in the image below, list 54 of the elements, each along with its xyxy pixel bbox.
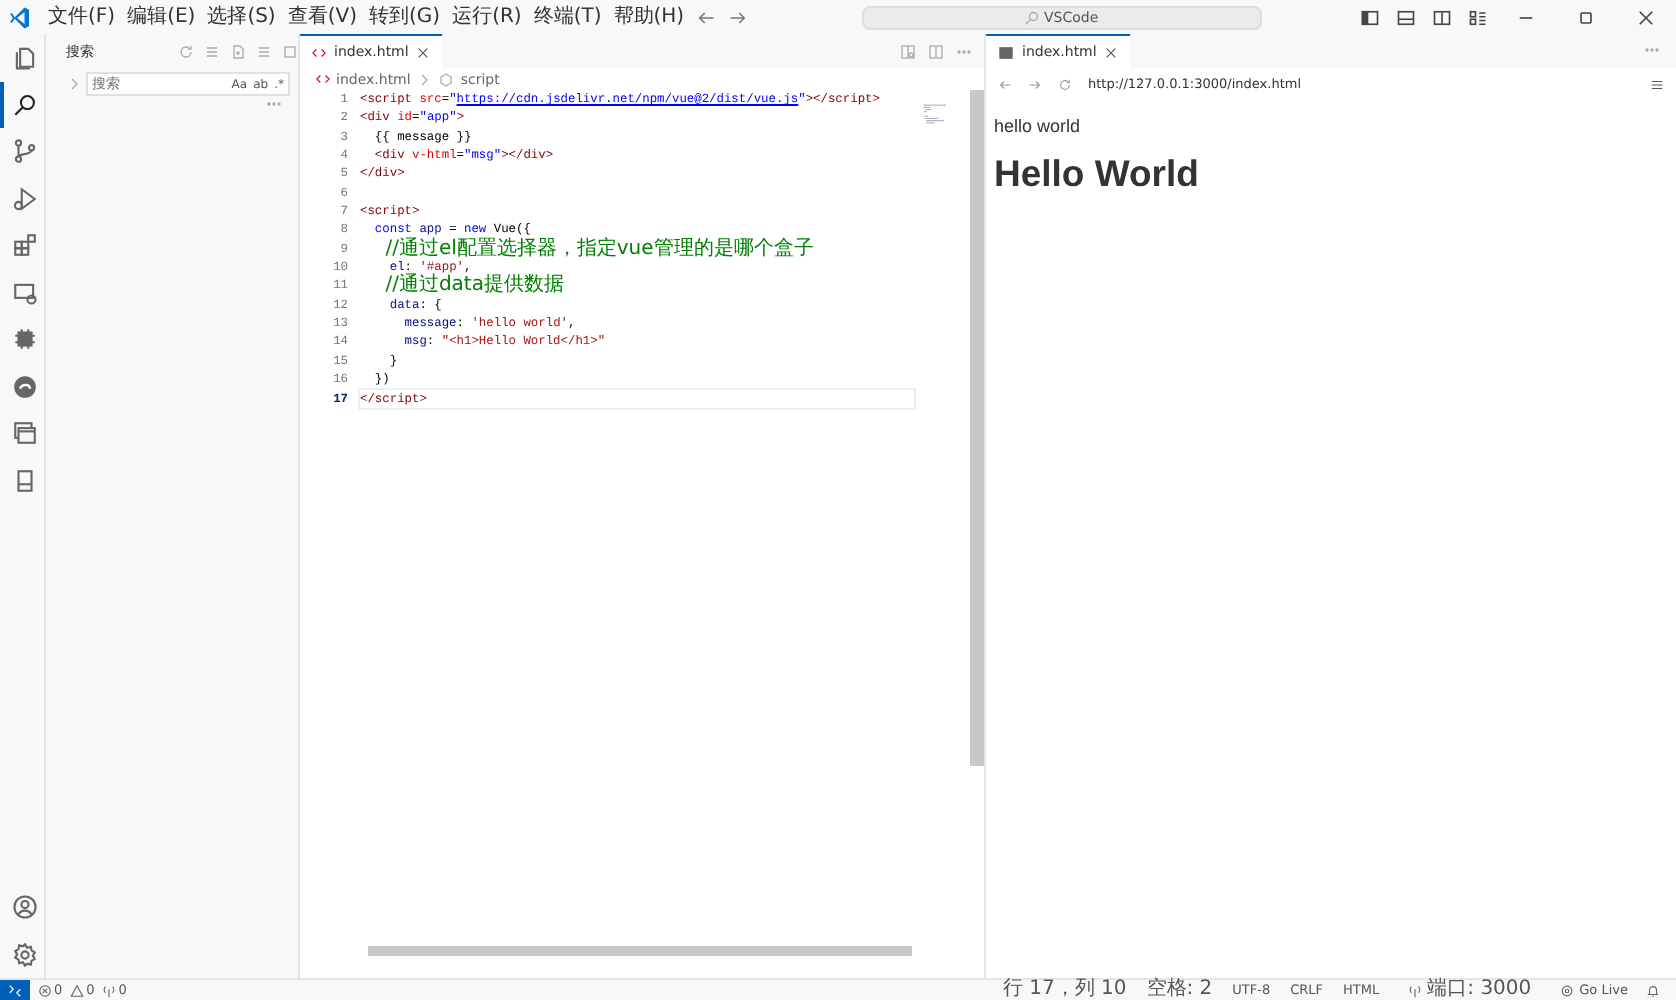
browser-window-icon [998, 45, 1014, 59]
status-item[interactable]: 行 17，列 10 [1002, 980, 1127, 1000]
menu-item[interactable]: 帮助(H) [607, 5, 691, 29]
account-icon[interactable] [11, 894, 37, 921]
tablet-icon [11, 467, 37, 494]
panel-layout-icon[interactable] [1396, 7, 1417, 27]
scrollbar-thumb[interactable] [970, 90, 984, 766]
close-icon[interactable] [1636, 7, 1657, 27]
menu-item[interactable]: 转到(G) [363, 5, 447, 29]
antenna-icon [1407, 983, 1422, 997]
code-icon [312, 45, 326, 59]
close-icon[interactable] [416, 45, 431, 59]
code-icon [316, 72, 330, 86]
search-icon [1023, 9, 1040, 25]
scrollbar-thumb[interactable] [368, 946, 912, 956]
logo-icon [6, 5, 34, 29]
code-line: //通过data提供数据 [383, 276, 564, 296]
menu-item[interactable]: 编辑(E) [121, 5, 202, 29]
customize-layout-icon[interactable] [1468, 7, 1489, 27]
status-item[interactable]: 端口: 3000 [1399, 980, 1532, 1000]
status-item[interactable]: 空格: 2 [1146, 980, 1213, 1000]
remote-button[interactable] [0, 979, 30, 1000]
code-line: //通过el配置选择器，指定vue管理的是哪个盒子 [383, 239, 814, 259]
bell-icon[interactable] [1646, 983, 1660, 997]
broadcast-icon [1559, 983, 1574, 997]
remote-icon [8, 983, 22, 997]
chip-icon [11, 326, 37, 353]
back-arrow-icon[interactable] [696, 7, 717, 27]
menu-item[interactable]: 文件(F) [42, 5, 122, 29]
split-layout-icon[interactable] [1432, 7, 1453, 27]
page-heading: Hello World [994, 152, 1199, 196]
menu-icon[interactable] [1650, 77, 1664, 91]
play-bug-icon [11, 185, 37, 212]
menu-item[interactable]: 选择(S) [201, 5, 282, 29]
reload-icon[interactable] [1058, 77, 1072, 91]
windows-icon [11, 420, 37, 447]
sidebar-layout-icon[interactable] [1360, 7, 1381, 27]
menu-item[interactable]: 运行(R) [446, 5, 528, 29]
error-icon[interactable] [38, 983, 52, 997]
menu-item[interactable]: 终端(T) [527, 5, 608, 29]
extensions-icon [11, 232, 37, 259]
forward-arrow-icon[interactable] [728, 7, 749, 27]
monitor-icon [11, 279, 37, 306]
warning-icon[interactable] [70, 983, 85, 997]
close-icon[interactable] [1104, 45, 1119, 59]
page-text: hello world [994, 116, 1081, 136]
antenna-icon[interactable] [102, 983, 117, 997]
chevron-icon [416, 71, 433, 87]
search-icon [11, 91, 37, 118]
restore-icon[interactable] [1576, 7, 1597, 27]
branch-icon [11, 138, 37, 165]
files-icon [11, 44, 37, 71]
settings-icon[interactable] [11, 941, 37, 968]
menu-item[interactable]: 查看(V) [281, 5, 363, 29]
